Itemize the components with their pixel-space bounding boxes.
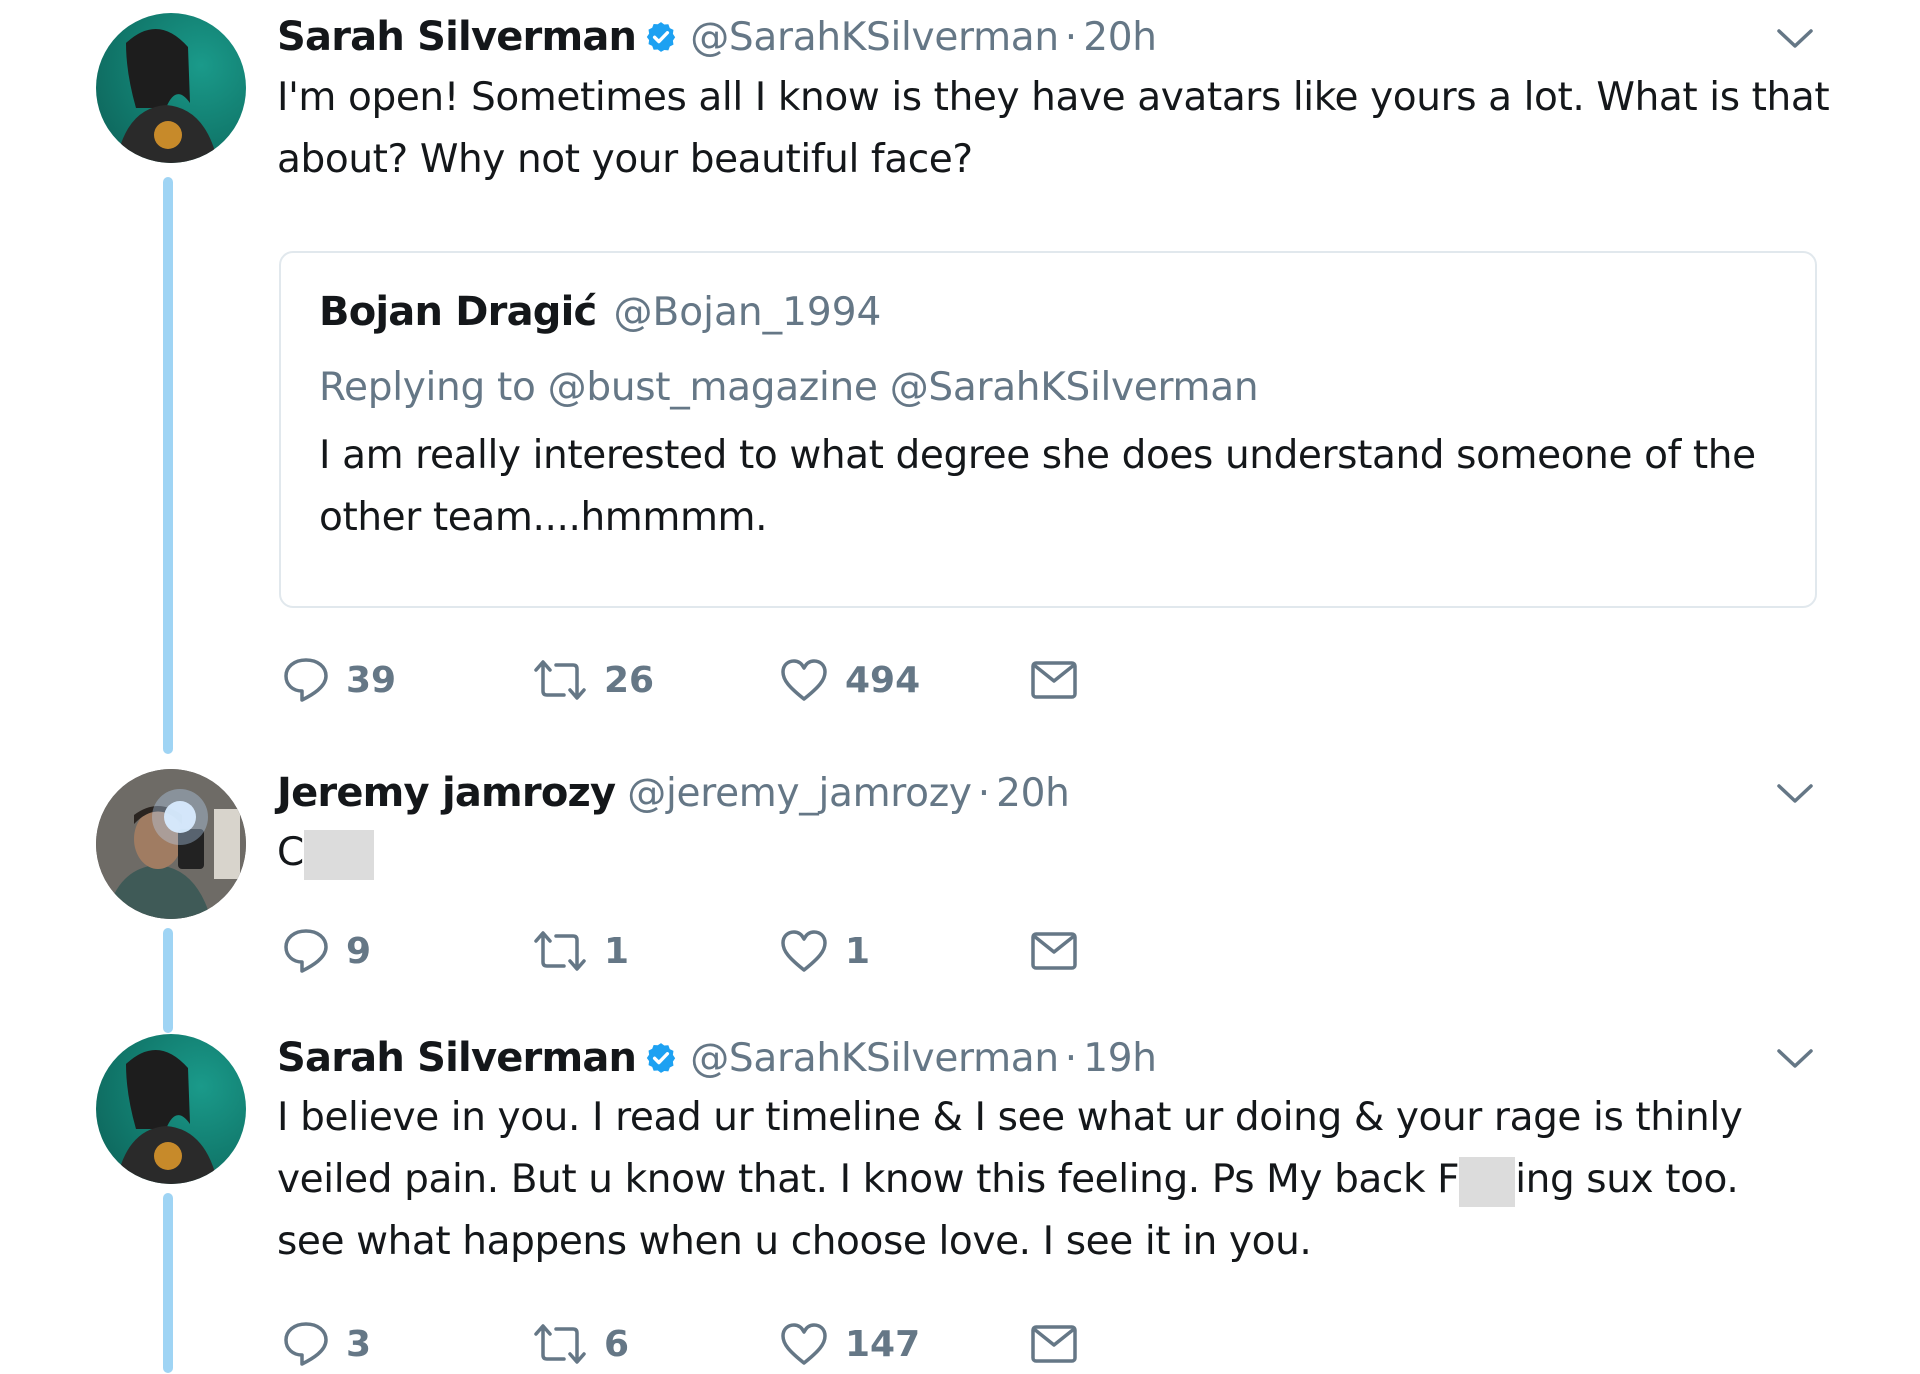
replying-to[interactable]: Replying to @bust_magazine @SarahKSilver…: [319, 365, 1259, 410]
verified-icon: [647, 22, 676, 52]
retweet-icon: [534, 1324, 586, 1364]
tweet-actions: 9 1 1: [282, 921, 1182, 981]
reply-button[interactable]: 39: [282, 650, 396, 710]
tweet-text: I'm open! Sometimes all I know is they h…: [277, 67, 1837, 191]
separator: ·: [977, 770, 991, 816]
quoted-text-line: other team....hmmmm.: [319, 495, 768, 540]
tweet-text-segment: ing sux too.: [1515, 1157, 1739, 1202]
avatar-sarah[interactable]: [96, 13, 246, 163]
tweet-actions: 39 26 494: [282, 650, 1182, 710]
like-count: 1: [845, 930, 871, 972]
thread-line: [163, 177, 173, 754]
quoted-text: I am really interested to what degree sh…: [319, 425, 1789, 549]
like-button[interactable]: 494: [779, 650, 920, 710]
reply-icon: [284, 658, 328, 702]
tweet-header: Jeremy jamrozy @jeremy_jamrozy · 20h: [277, 768, 1070, 818]
avatar-image: [116, 1049, 218, 1184]
tweet-header: Sarah Silverman @SarahKSilverman · 19h: [277, 1033, 1157, 1083]
chevron-down-icon[interactable]: [1775, 26, 1815, 52]
dm-button[interactable]: [1030, 650, 1078, 710]
like-icon: [781, 659, 827, 701]
quoted-display-name: Bojan Dragić: [319, 289, 597, 335]
retweet-count: 6: [604, 1323, 630, 1365]
separator: ·: [1064, 1035, 1078, 1081]
retweet-count: 26: [604, 659, 655, 701]
retweet-count: 1: [604, 930, 630, 972]
display-name[interactable]: Jeremy jamrozy: [277, 770, 616, 816]
avatar-image: [116, 28, 218, 163]
dm-icon: [1031, 1325, 1077, 1363]
chevron-down-icon[interactable]: [1775, 781, 1815, 807]
reply-count: 3: [346, 1323, 372, 1365]
like-icon: [781, 1323, 827, 1365]
thread-line: [163, 1193, 173, 1373]
retweet-button[interactable]: 1: [532, 921, 629, 981]
tweet-actions: 3 6 147: [282, 1314, 1182, 1374]
retweet-button[interactable]: 6: [532, 1314, 629, 1374]
avatar-sarah[interactable]: [96, 1034, 246, 1184]
quoted-handle: @Bojan_1994: [613, 290, 882, 335]
reply-count: 9: [346, 930, 372, 972]
timestamp[interactable]: 19h: [1083, 1036, 1157, 1081]
reply-button[interactable]: 9: [282, 921, 371, 981]
reply-count: 39: [346, 659, 397, 701]
display-name[interactable]: Sarah Silverman: [277, 14, 637, 60]
timestamp[interactable]: 20h: [1083, 15, 1157, 60]
display-name[interactable]: Sarah Silverman: [277, 1035, 637, 1081]
like-count: 147: [845, 1323, 921, 1365]
reply-button[interactable]: 3: [282, 1314, 371, 1374]
separator: ·: [1064, 14, 1078, 60]
tweet-text-segment: veiled pain. But u know that. I know thi…: [277, 1157, 1460, 1202]
handle[interactable]: @SarahKSilverman: [690, 15, 1059, 60]
tweet-text-line: C: [277, 830, 304, 875]
tweet-text: C: [277, 822, 1837, 884]
quoted-text-line: I am really interested to what degree sh…: [319, 433, 1756, 478]
quoted-tweet[interactable]: Bojan Dragić @Bojan_1994 Replying to @bu…: [279, 251, 1817, 608]
reply-icon: [284, 1322, 328, 1366]
like-button[interactable]: 1: [779, 921, 870, 981]
tweet-text-line: see what happens when u choose love. I s…: [277, 1219, 1312, 1264]
reply-icon: [284, 929, 328, 973]
thread-line: [163, 928, 173, 1033]
chevron-down-icon[interactable]: [1775, 1046, 1815, 1072]
tweet-header: Sarah Silverman @SarahKSilverman · 20h: [277, 12, 1157, 62]
tweet-text-line: about? Why not your beautiful face?: [277, 137, 973, 182]
avatar-jeremy[interactable]: [96, 769, 246, 919]
handle[interactable]: @SarahKSilverman: [690, 1036, 1059, 1081]
dm-button[interactable]: [1030, 921, 1078, 981]
tweet-text: I believe in you. I read ur timeline & I…: [277, 1087, 1837, 1273]
handle[interactable]: @jeremy_jamrozy: [627, 771, 972, 816]
like-count: 494: [845, 659, 921, 701]
redaction-block: [1459, 1156, 1516, 1207]
retweet-button[interactable]: 26: [532, 650, 654, 710]
dm-icon: [1031, 661, 1077, 699]
dm-icon: [1031, 932, 1077, 970]
redaction-block: [303, 829, 374, 880]
tweet-text-line: I believe in you. I read ur timeline & I…: [277, 1095, 1743, 1140]
like-icon: [781, 930, 827, 972]
like-button[interactable]: 147: [779, 1314, 920, 1374]
tweet-text-line: veiled pain. But u know that. I know thi…: [277, 1149, 1837, 1211]
timestamp[interactable]: 20h: [996, 771, 1070, 816]
retweet-icon: [534, 660, 586, 700]
verified-icon: [647, 1043, 676, 1073]
tweet-text-line: I'm open! Sometimes all I know is they h…: [277, 75, 1830, 120]
avatar-image: [96, 769, 246, 919]
retweet-icon: [534, 931, 586, 971]
dm-button[interactable]: [1030, 1314, 1078, 1374]
